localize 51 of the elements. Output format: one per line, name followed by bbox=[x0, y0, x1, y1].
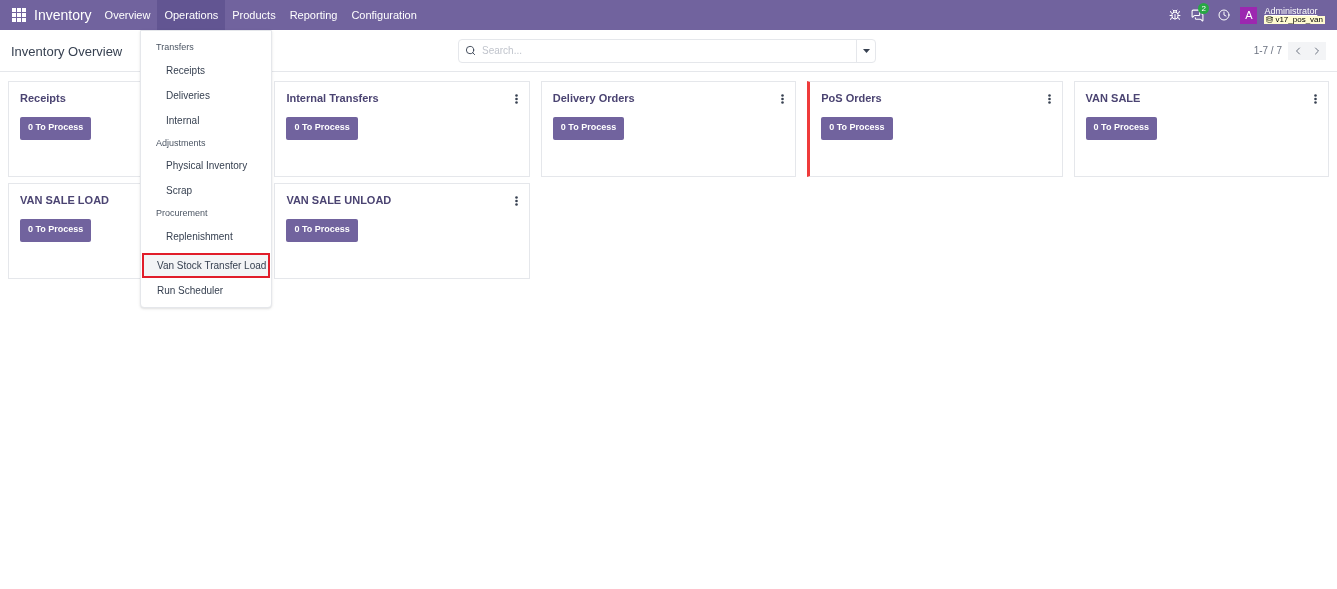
user-avatar[interactable]: A bbox=[1240, 6, 1258, 24]
to-process-button[interactable]: 0 To Process bbox=[821, 116, 893, 140]
menu-item[interactable]: Replenishment bbox=[142, 223, 270, 249]
database-label: v17_pos_van bbox=[1264, 15, 1325, 24]
menu-item[interactable]: Scrap bbox=[142, 178, 270, 203]
card-title[interactable]: VAN SALE LOAD bbox=[20, 192, 110, 209]
to-process-button[interactable]: 0 To Process bbox=[1085, 116, 1157, 140]
pager-value: 1-7 / 7 bbox=[1253, 44, 1282, 58]
nav-menu-item[interactable]: Overview bbox=[97, 0, 158, 30]
card-title[interactable]: Delivery Orders bbox=[552, 90, 635, 107]
menu-section-header: Procurement bbox=[155, 207, 209, 220]
kebab-menu-icon[interactable] bbox=[514, 196, 518, 206]
caret-icon[interactable] bbox=[862, 48, 870, 53]
nav-menu-item[interactable]: Configuration bbox=[344, 0, 424, 30]
user-name[interactable]: Administrator bbox=[1264, 6, 1325, 16]
to-process-button[interactable]: 0 To Process bbox=[552, 116, 625, 140]
menu-item[interactable]: Receipts bbox=[142, 57, 270, 83]
to-process-button[interactable]: 0 To Process bbox=[20, 218, 92, 242]
to-process-button[interactable]: 0 To Process bbox=[286, 116, 358, 140]
chat-icon[interactable] bbox=[1191, 8, 1205, 22]
menu-item[interactable]: Run Scheduler bbox=[142, 277, 270, 303]
page-title: Inventory Overview bbox=[11, 43, 123, 59]
card-title[interactable]: PoS Orders bbox=[821, 90, 882, 107]
menu-section-header: Transfers bbox=[155, 41, 195, 54]
nav-menu-item[interactable]: Products bbox=[225, 0, 283, 30]
search-icon bbox=[465, 45, 476, 56]
kebab-menu-icon[interactable] bbox=[514, 94, 518, 104]
nav-menu-item[interactable]: Reporting bbox=[282, 0, 345, 30]
to-process-button[interactable]: 0 To Process bbox=[20, 116, 92, 140]
card-title[interactable]: VAN SALE bbox=[1085, 90, 1141, 107]
kebab-menu-icon[interactable] bbox=[781, 94, 785, 104]
nav-menu-item[interactable]: Operations bbox=[157, 0, 226, 30]
app-grid-icon[interactable] bbox=[12, 8, 26, 22]
clock-icon[interactable] bbox=[1218, 9, 1231, 21]
notification-badge: 2 bbox=[1198, 2, 1209, 14]
menu-item[interactable]: Physical Inventory bbox=[142, 153, 270, 178]
bug-icon[interactable] bbox=[1169, 9, 1182, 21]
menu-item[interactable]: Deliveries bbox=[142, 82, 270, 108]
kebab-menu-icon[interactable] bbox=[1314, 94, 1317, 104]
search-field[interactable]: Search... bbox=[458, 38, 876, 63]
menu-section-header: Adjustments bbox=[155, 136, 207, 150]
menu-item[interactable]: Internal bbox=[142, 107, 270, 133]
to-process-button[interactable]: 0 To Process bbox=[286, 218, 358, 242]
search-input[interactable]: Search... bbox=[482, 43, 856, 58]
card-title[interactable]: Receipts bbox=[20, 90, 66, 107]
app-name[interactable]: Inventory bbox=[34, 4, 92, 26]
database-icon bbox=[1266, 16, 1274, 23]
card-title[interactable]: Internal Transfers bbox=[286, 90, 379, 107]
kebab-menu-icon[interactable] bbox=[1047, 94, 1051, 104]
menu-item[interactable]: Van Stock Transfer Load bbox=[142, 252, 270, 278]
card-title[interactable]: VAN SALE UNLOAD bbox=[286, 192, 392, 209]
